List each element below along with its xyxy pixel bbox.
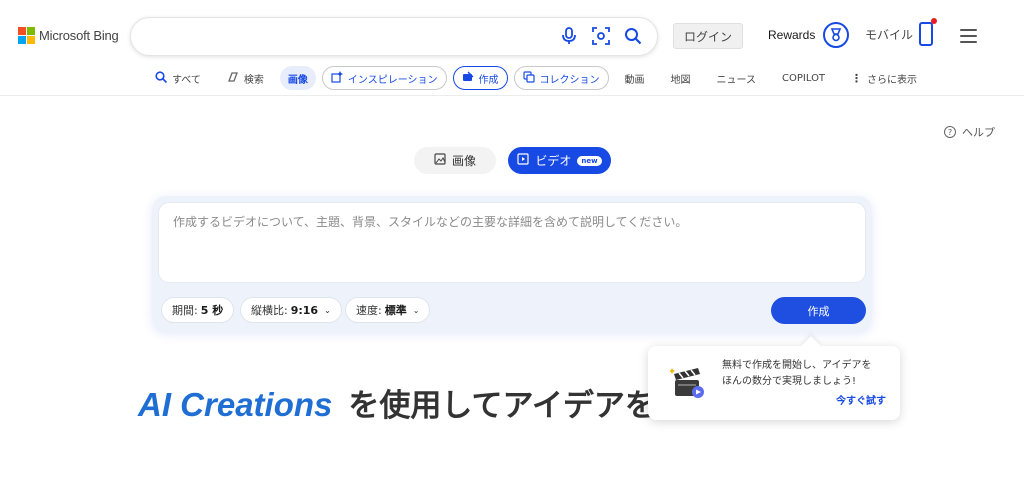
- nav-item-label: さらに表示: [867, 74, 918, 86]
- nav-item-label: 地図: [670, 74, 691, 86]
- microphone-icon[interactable]: [559, 26, 579, 46]
- rewards-badge-icon: [823, 22, 850, 48]
- duration-value: 5 秒: [200, 304, 224, 317]
- video-icon: [517, 153, 529, 168]
- tab-video-label: ビデオ: [535, 154, 572, 168]
- search-icon[interactable]: [623, 26, 643, 46]
- nav-item-label: 作成: [478, 74, 499, 86]
- new-badge: new: [577, 155, 602, 166]
- mobile-label: モバイル: [865, 27, 914, 42]
- login-button[interactable]: ログイン: [673, 23, 743, 49]
- help-label: ヘルプ: [962, 126, 995, 139]
- nav-item-collection[interactable]: コレクション: [513, 66, 609, 90]
- nav-item-maps[interactable]: 地図: [661, 66, 701, 90]
- sparkle-image-icon: [331, 70, 343, 86]
- nav-item-news[interactable]: ニュース: [707, 66, 767, 90]
- nav-item-copilot[interactable]: COPILOT: [772, 66, 835, 90]
- nav-item-label: インスピレーション: [347, 74, 438, 86]
- nav-item-create[interactable]: 作成: [452, 66, 508, 90]
- nav-bar: すべて 検索 画像 インスピレーション 作成 コレクション 動画 地図 ニュース…: [145, 65, 933, 91]
- clapperboard-icon: [669, 366, 706, 400]
- nav-item-all[interactable]: すべて: [145, 66, 211, 90]
- search-input[interactable]: [130, 17, 658, 56]
- hamburger-menu-icon[interactable]: [960, 29, 977, 47]
- bing-logo[interactable]: Microsoft Bing: [18, 27, 119, 44]
- nav-item-label: すべて: [172, 74, 201, 86]
- prompt-input[interactable]: 作成するビデオについて、主題、背景、スタイルなどの主要な詳細を含めて説明してくだ…: [158, 202, 866, 283]
- popup-arrow: [801, 336, 821, 356]
- aspect-value: 9:16: [290, 303, 319, 317]
- duration-label: 期間:: [172, 304, 198, 317]
- nav-item-label: ニュース: [716, 74, 757, 86]
- speed-label: 速度:: [356, 304, 382, 317]
- notification-dot: [931, 18, 938, 24]
- nav-item-video[interactable]: 動画: [615, 66, 655, 90]
- duration-selector[interactable]: 期間: 5 秒: [161, 297, 235, 323]
- nav-item-label: コレクション: [539, 74, 600, 86]
- speed-selector[interactable]: 速度: 標準 ⌄: [345, 297, 431, 323]
- tab-image-label: 画像: [451, 154, 476, 168]
- copilot-icon: [227, 71, 239, 86]
- microsoft-logo-icon: [18, 27, 35, 44]
- rewards-label: Rewards: [768, 28, 816, 42]
- rewards-button[interactable]: Rewards: [768, 22, 850, 48]
- nav-item-inspiration[interactable]: インスピレーション: [321, 66, 447, 90]
- logo-text: Microsoft Bing: [39, 28, 119, 43]
- headline-jp-text: を使用してアイデアを: [348, 388, 656, 424]
- phone-icon: [919, 18, 938, 46]
- more-vertical-icon: ⋮: [851, 71, 863, 85]
- tab-image[interactable]: 画像: [414, 147, 496, 174]
- collection-icon: [522, 70, 535, 86]
- page-headline: AI Creations を使用してアイデアを: [138, 380, 656, 425]
- nav-item-search[interactable]: 検索: [217, 66, 274, 90]
- popup-line2: ほんの数分で実現しましょう!: [722, 376, 857, 387]
- chevron-down-icon: ⌄: [412, 305, 420, 315]
- mobile-button[interactable]: モバイル: [865, 18, 938, 46]
- nav-item-images[interactable]: 画像: [279, 66, 316, 90]
- speed-value: 標準: [384, 304, 407, 317]
- nav-item-label: 動画: [624, 74, 645, 86]
- search-icon: [155, 70, 168, 86]
- create-icon: [462, 71, 474, 86]
- headline-ai-text: AI Creations: [138, 386, 333, 423]
- nav-divider: [0, 95, 1024, 96]
- popup-line1: 無料で作成を開始し、アイデアを: [722, 360, 872, 371]
- tab-video[interactable]: ビデオ new: [508, 147, 611, 174]
- chevron-down-icon: ⌄: [324, 305, 331, 315]
- image-icon: [434, 153, 446, 168]
- popup-message: 無料で作成を開始し、アイデアを ほんの数分で実現しましょう!: [722, 358, 892, 390]
- nav-item-label: 画像: [287, 74, 308, 86]
- aspect-ratio-selector[interactable]: 縦横比: 9:16 ⌄: [240, 297, 342, 323]
- nav-item-more[interactable]: ⋮ さらに表示: [841, 66, 927, 90]
- prompt-card: 作成するビデオについて、主題、背景、スタイルなどの主要な詳細を含めて説明してくだ…: [152, 196, 872, 332]
- help-icon: ?: [944, 126, 956, 138]
- try-now-popup: 無料で作成を開始し、アイデアを ほんの数分で実現しましょう! 今すぐ試す: [648, 336, 900, 420]
- nav-item-label: COPILOT: [782, 72, 826, 84]
- help-link[interactable]: ? ヘルプ: [944, 124, 995, 140]
- visual-search-icon[interactable]: [591, 26, 611, 46]
- try-now-link[interactable]: 今すぐ試す: [836, 392, 886, 407]
- bing-create-page: Microsoft Bing ログイン Rewards モバイル すべて 検索 …: [0, 0, 1024, 482]
- aspect-label: 縦横比:: [251, 304, 288, 317]
- nav-item-label: 検索: [243, 74, 264, 86]
- create-button[interactable]: 作成: [771, 297, 866, 324]
